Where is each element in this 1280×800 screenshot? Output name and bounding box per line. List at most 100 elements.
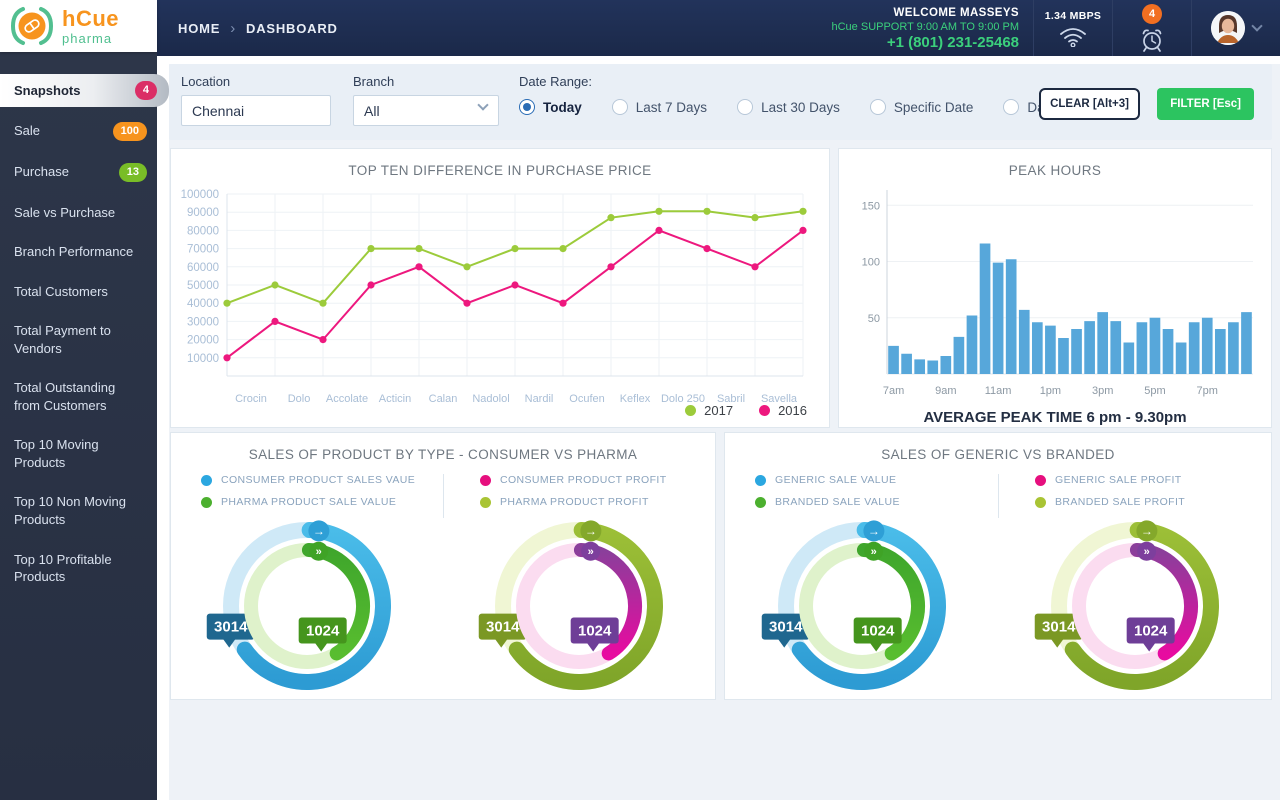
generic-sale-profit-donut: →3014»1024: [998, 518, 1271, 696]
speed-value: 1.34 MBPS: [1045, 10, 1101, 22]
support-hours: hCue SUPPORT 9:00 AM TO 9:00 PM: [832, 21, 1020, 33]
filter-bar: Location Branch All Date Range: Today La…: [169, 64, 1272, 140]
svg-text:100: 100: [862, 257, 880, 269]
svg-text:60000: 60000: [187, 262, 219, 274]
radio-last-30-days[interactable]: Last 30 Days: [737, 99, 840, 115]
location-label: Location: [181, 74, 331, 89]
sidebar-item-top-10-profitable-products[interactable]: Top 10 Profitable Products: [0, 540, 157, 597]
svg-text:70000: 70000: [187, 244, 219, 256]
legend-dot: [1035, 497, 1046, 508]
wifi-icon: [1058, 25, 1088, 47]
line-chart-title: TOP TEN DIFFERENCE IN PURCHASE PRICE: [171, 163, 829, 178]
alarm-clock-icon: [1138, 27, 1166, 53]
svg-text:3014: 3014: [214, 619, 248, 636]
svg-text:1024: 1024: [1133, 622, 1167, 639]
donut-canvas: →3014»1024: [1029, 518, 1241, 696]
radio-today[interactable]: Today: [519, 99, 582, 115]
svg-text:Nardil: Nardil: [525, 393, 554, 405]
support-phone[interactable]: +1 (801) 231-25468: [832, 34, 1020, 51]
sidebar-item-purchase[interactable]: Purchase 13: [0, 152, 157, 193]
svg-text:»: »: [870, 546, 876, 558]
purchase-count-badge: 13: [119, 163, 147, 182]
svg-text:1024: 1024: [860, 622, 894, 639]
svg-text:5pm: 5pm: [1144, 385, 1165, 397]
line-chart-body: 1000020000300004000050000600007000080000…: [171, 182, 829, 425]
breadcrumb-home[interactable]: HOME: [178, 21, 220, 36]
legend-dot: [755, 497, 766, 508]
svg-text:Ocufen: Ocufen: [569, 393, 604, 405]
peak-hours-title: PEAK HOURS: [839, 163, 1271, 178]
sale-count-badge: 100: [113, 122, 147, 141]
svg-text:→: →: [313, 524, 325, 538]
breadcrumb-current: DASHBOARD: [246, 21, 338, 36]
svg-text:»: »: [1143, 546, 1149, 558]
purchase-price-difference-card: TOP TEN DIFFERENCE IN PURCHASE PRICE 100…: [170, 148, 830, 428]
app-logo[interactable]: hCue pharma: [0, 0, 157, 52]
svg-text:30000: 30000: [187, 316, 219, 328]
svg-text:100000: 100000: [181, 189, 219, 201]
branch-select[interactable]: All: [353, 95, 499, 126]
branch-label: Branch: [353, 74, 499, 89]
legend-dot-2016: [759, 405, 770, 416]
profit-donut: → 3014 » 1024: [443, 518, 715, 696]
sidebar-item-snapshots[interactable]: Snapshots 4: [0, 74, 169, 107]
svg-text:9am: 9am: [935, 385, 956, 397]
sidebar-item-branch-performance[interactable]: Branch Performance: [0, 232, 157, 272]
sidebar-item-top-10-non-moving-products[interactable]: Top 10 Non Moving Products: [0, 482, 157, 539]
svg-text:Crocin: Crocin: [235, 393, 267, 405]
consumer-vs-pharma-title: SALES OF PRODUCT BY TYPE - CONSUMER VS P…: [171, 447, 715, 462]
brand-name: hCue: [62, 8, 119, 30]
legend-dot: [1035, 475, 1046, 486]
svg-text:50000: 50000: [187, 280, 219, 292]
radio-circle: [519, 99, 535, 115]
svg-text:1024: 1024: [578, 622, 612, 639]
svg-text:Dolo: Dolo: [288, 393, 311, 405]
sidebar-item-total-payment-to-vendors[interactable]: Total Payment to Vendors: [0, 311, 157, 368]
notifications-block[interactable]: 4: [1113, 0, 1191, 56]
svg-text:7am: 7am: [883, 385, 904, 397]
radio-specific-date[interactable]: Specific Date: [870, 99, 974, 115]
date-range-label: Date Range:: [519, 74, 1129, 89]
hcue-logo-icon: [10, 4, 54, 48]
svg-text:→: →: [585, 524, 597, 538]
snapshots-count-badge: 4: [135, 81, 157, 100]
generic-vs-branded-title: SALES OF GENERIC VS BRANDED: [725, 447, 1271, 462]
sidebar-item-total-customers[interactable]: Total Customers: [0, 272, 157, 312]
dashboard-page: HOME › DASHBOARD WELCOME MASSEYS hCue SU…: [0, 0, 1280, 800]
donut-canvas: → 3014 » 1024: [473, 518, 685, 696]
sidebar-item-sale[interactable]: Sale 100: [0, 111, 157, 152]
donut-row: → 3014 » 1024 → 3014 » 1024: [171, 518, 715, 696]
svg-text:3014: 3014: [769, 619, 803, 636]
radio-circle: [1003, 99, 1019, 115]
legend-dot-2017: [685, 405, 696, 416]
location-input[interactable]: [181, 95, 331, 126]
notification-count-badge: 4: [1142, 4, 1162, 24]
svg-text:→: →: [1140, 524, 1152, 538]
radio-circle: [612, 99, 628, 115]
chevron-down-icon: [1251, 20, 1262, 31]
sidebar-item-sale-vs-purchase[interactable]: Sale vs Purchase: [0, 193, 157, 233]
sidebar-item-total-outstanding-from-customers[interactable]: Total Outstanding from Customers: [0, 368, 157, 425]
svg-text:»: »: [588, 546, 594, 558]
filter-button[interactable]: FILTER [Esc]: [1157, 88, 1254, 120]
svg-text:3014: 3014: [486, 619, 520, 636]
sidebar-item-top-10-moving-products[interactable]: Top 10 Moving Products: [0, 425, 157, 482]
network-speed-block: 1.34 MBPS: [1034, 0, 1112, 56]
line-chart-canvas: 1000020000300004000050000600007000080000…: [171, 182, 815, 420]
generic-sale-value-donut: →3014»1024: [725, 518, 998, 696]
breadcrumb-separator-icon: ›: [230, 20, 236, 37]
legend-dot: [201, 497, 212, 508]
user-menu[interactable]: [1192, 0, 1280, 56]
radio-last-7-days[interactable]: Last 7 Days: [612, 99, 707, 115]
donut-canvas: →3014»1024: [756, 518, 968, 696]
donut-legends: GENERIC SALE VALUE BRANDED SALE VALUE GE…: [725, 474, 1271, 518]
donut-canvas: →3014»1024: [201, 518, 413, 696]
content-top-gutter: [157, 56, 1280, 64]
bar-chart-body: 501001507am9am11am1pm3pm5pm7pm: [839, 182, 1271, 409]
line-chart-legend: 2017 2016: [685, 403, 807, 418]
svg-text:Accolate: Accolate: [326, 393, 368, 405]
content-gutter: [157, 56, 169, 800]
welcome-text: WELCOME MASSEYS: [832, 7, 1020, 19]
clear-button[interactable]: CLEAR [Alt+3]: [1039, 88, 1140, 120]
generic-vs-branded-card: SALES OF GENERIC VS BRANDED GENERIC SALE…: [724, 432, 1272, 700]
